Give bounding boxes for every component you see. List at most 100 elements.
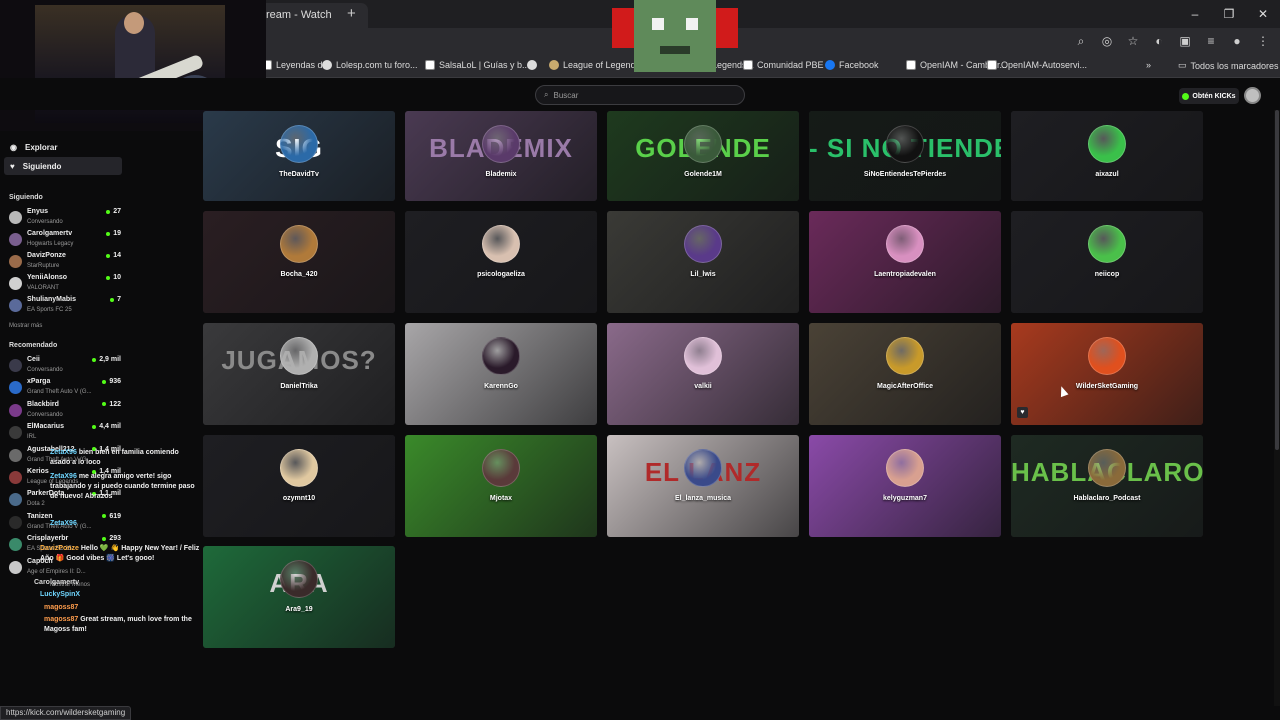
channel-card[interactable]: Laentropiadevalen <box>809 211 1001 313</box>
eye-off-icon[interactable]: ◎ <box>1100 34 1114 49</box>
channel-card[interactable]: KarennGo <box>405 323 597 425</box>
bookmark-item[interactable]: SalsaLoL | Guías y b... <box>425 60 530 70</box>
channel-card[interactable]: psicologaeliza <box>405 211 597 313</box>
bookmark-icon <box>987 60 997 70</box>
chat-username[interactable]: ZetaX96 <box>50 520 77 527</box>
bookmark-label: Facebook <box>839 60 879 70</box>
sidebar-channel[interactable]: DavizPonze StarRupture 14 <box>9 252 121 274</box>
channel-card[interactable]: neiicop <box>1011 211 1203 313</box>
sidebar-channel[interactable]: xParga Grand Theft Auto V (G... 936 <box>9 378 121 400</box>
pixel-mascot-image <box>612 0 738 74</box>
heart-icon[interactable]: ♥ <box>1017 407 1028 418</box>
chat-username[interactable]: ZetaX96 <box>50 449 77 456</box>
sidebar-channel[interactable]: ShulianyMabis EA Sports FC 25 7 <box>9 296 121 318</box>
channel-card[interactable]: Lil_lwis <box>607 211 799 313</box>
avatar <box>886 125 924 163</box>
bookmarks-overflow-button[interactable]: » <box>1146 60 1151 70</box>
zoom-icon[interactable]: ⌕ <box>1074 34 1088 49</box>
channel-card[interactable]: BLADEMIXBlademix <box>405 111 597 201</box>
bookmark-icon <box>549 60 559 70</box>
avatar <box>9 403 22 417</box>
channel-card[interactable]: valkii <box>607 323 799 425</box>
search-input[interactable]: ⌕ Buscar <box>535 85 745 105</box>
channel-name: DavizPonze <box>27 252 66 259</box>
channel-category: VALORANT <box>27 285 59 291</box>
avatar <box>9 426 22 440</box>
maximize-button[interactable]: ❐ <box>1212 0 1246 28</box>
channel-category: IRL <box>27 434 37 441</box>
channel-card[interactable]: HABLACLAROHablaclaro_Podcast <box>1011 435 1203 537</box>
avatar <box>886 337 924 375</box>
avatar <box>280 560 318 598</box>
show-more-link[interactable]: Mostrar más <box>9 323 42 329</box>
channel-name: psicologaeliza <box>477 271 525 278</box>
viewer-count: 14 <box>106 252 121 259</box>
channel-category: Conversando <box>27 411 63 418</box>
channel-card[interactable]: Bocha_420 <box>203 211 395 313</box>
channel-category: Dota 2 <box>27 501 45 508</box>
channel-card[interactable]: SIGTheDavidTv <box>203 111 395 201</box>
channel-card[interactable]: MagicAfterOffice <box>809 323 1001 425</box>
sidebar-channel[interactable]: Carolgamertv Hogwarts Legacy 19 <box>9 230 121 252</box>
channel-card[interactable]: kelyguzman7 <box>809 435 1001 537</box>
sidebar-channel[interactable]: Ceii Conversando 2,9 mil <box>9 356 121 378</box>
bookmark-item[interactable]: Facebook <box>825 60 879 70</box>
channel-card[interactable]: JUGAMOS?DanielTrika <box>203 323 395 425</box>
channel-card[interactable]: EL LANZ El_lanza_musica <box>607 435 799 537</box>
minimize-button[interactable]: – <box>1178 0 1212 28</box>
sidebar-channel[interactable]: Enyus Conversando 27 <box>9 208 121 230</box>
avatar <box>9 381 22 395</box>
channel-name: Carolgamertv <box>27 230 73 237</box>
chat-username[interactable]: ZetaX96 <box>50 473 77 480</box>
close-window-button[interactable]: ✕ <box>1246 0 1280 28</box>
viewer-count: 936 <box>102 378 121 385</box>
channel-card[interactable]: WilderSketGaming ♥ <box>1011 323 1203 425</box>
bookmark-label: Comunidad PBE <box>757 60 824 70</box>
sidebar-channel[interactable]: YeniiAlonso VALORANT 10 <box>9 274 121 296</box>
bookmark-item[interactable]: Comunidad PBE <box>743 60 824 70</box>
nav-following[interactable]: ♥ Siguiendo <box>4 157 122 175</box>
profile-icon[interactable]: ● <box>1230 34 1244 49</box>
channel-card[interactable]: - SI NO TIENDESSiNoEntiendesTePierdes <box>809 111 1001 201</box>
all-bookmarks-button[interactable]: ▭ Todos los marcadores <box>1178 60 1279 71</box>
channel-card[interactable]: GOLENDEGolende1M <box>607 111 799 201</box>
sidebar-channel[interactable]: ElMacarius IRL 4,4 mil <box>9 423 121 445</box>
chat-username[interactable]: Carolgamertv <box>34 579 79 586</box>
avatar <box>280 125 318 163</box>
avatar <box>1088 337 1126 375</box>
new-tab-button[interactable]: + <box>347 5 356 22</box>
bookmark-label: SalsaLoL | Guías y b... <box>439 60 530 70</box>
chat-username[interactable]: LuckySpinX <box>40 591 80 598</box>
chat-username[interactable]: DavizPonze <box>40 545 79 552</box>
avatar <box>684 225 722 263</box>
bookmark-item[interactable]: Leyendas d... <box>262 60 330 70</box>
channel-card[interactable]: Mjotax <box>405 435 597 537</box>
avatar <box>684 449 722 487</box>
channel-name: Bocha_420 <box>280 271 318 278</box>
avatar <box>482 337 520 375</box>
tabs-icon[interactable]: ≡ <box>1204 34 1218 49</box>
avatar[interactable] <box>1244 87 1261 104</box>
channel-card[interactable]: aixazul <box>1011 111 1203 201</box>
chat-username[interactable]: magoss87 <box>44 604 78 611</box>
menu-icon[interactable]: ⋮ <box>1256 34 1270 49</box>
bookmark-item[interactable]: Lolesp.com tu foro... <box>322 60 418 70</box>
channel-name: YeniiAlonso <box>27 274 68 281</box>
channel-card[interactable]: ARAAra9_19 <box>203 546 395 648</box>
channel-name: Ara9_19 <box>285 606 313 613</box>
bookmark-item[interactable] <box>527 60 541 70</box>
avatar <box>482 225 520 263</box>
star-icon[interactable]: ☆ <box>1126 34 1140 49</box>
extension-icon[interactable]: ◐ <box>1152 34 1166 49</box>
avatar <box>9 538 22 552</box>
scrollbar[interactable] <box>1274 110 1280 706</box>
puzzle-icon[interactable]: ▣ <box>1178 34 1192 49</box>
nav-explore[interactable]: ◉ Explorar <box>4 138 122 156</box>
bookmark-item[interactable]: OpenIAM-Autoservi... <box>987 60 1087 70</box>
channel-card[interactable]: ozymnt10 <box>203 435 395 537</box>
chat-username[interactable]: magoss87 <box>44 616 78 623</box>
sidebar-channel[interactable]: Blackbird Conversando 122 <box>9 401 121 423</box>
get-kicks-button[interactable]: Obtén KICKs <box>1179 88 1239 104</box>
channel-name: Crisplayerbr <box>27 535 69 543</box>
bookmark-label: OpenIAM-Autoservi... <box>1001 60 1088 70</box>
